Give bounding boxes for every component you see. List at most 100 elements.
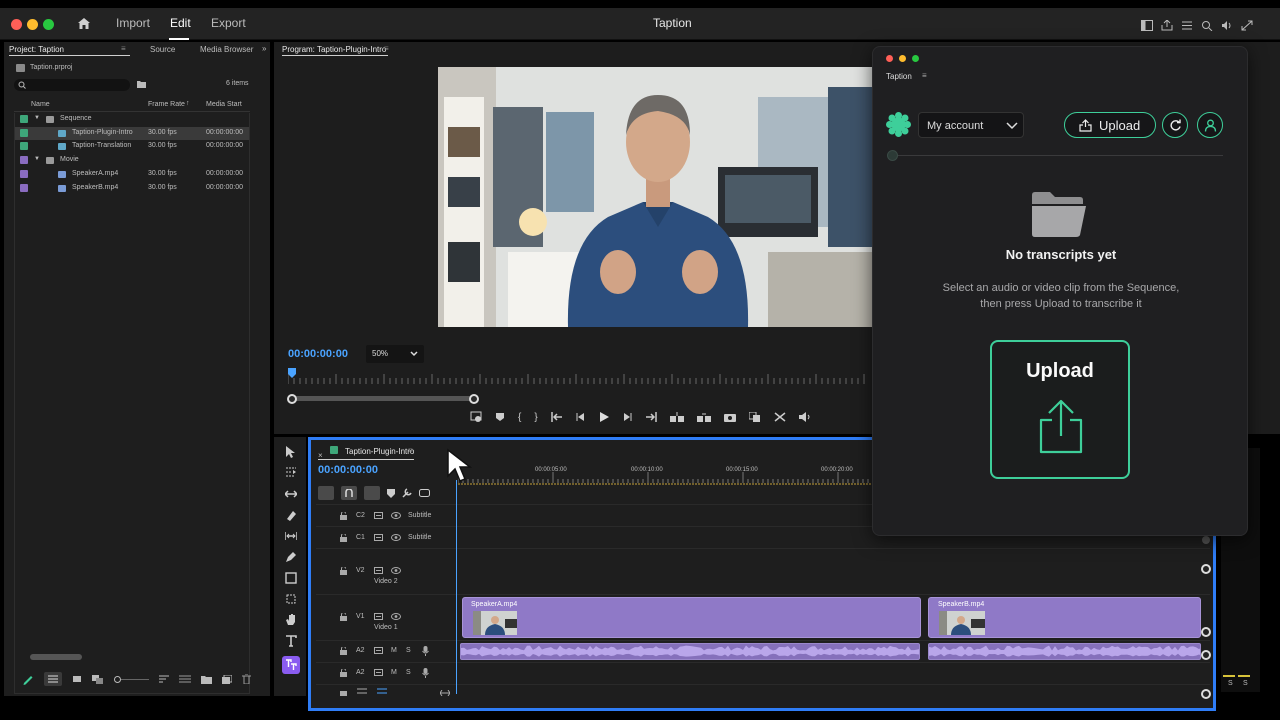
sync-lock-icon[interactable] xyxy=(374,647,383,654)
track-target-label[interactable]: A2 xyxy=(356,669,365,676)
mark-in-icon[interactable]: { xyxy=(518,412,521,423)
eye-icon[interactable] xyxy=(391,534,401,541)
audio-icon[interactable] xyxy=(1221,20,1233,31)
list-item[interactable]: SpeakerB.mp4 30.00 fps 00:00:00:00 xyxy=(14,182,250,195)
panel-overflow-icon[interactable]: » xyxy=(262,44,266,53)
sort-icon[interactable] xyxy=(159,675,169,683)
color-label[interactable] xyxy=(20,183,28,192)
lock-icon[interactable] xyxy=(340,512,347,520)
comparison-view-icon[interactable] xyxy=(748,412,761,422)
maximize-window-button[interactable] xyxy=(43,19,54,30)
zoom-icon[interactable] xyxy=(1201,20,1213,31)
horizontal-scrollbar[interactable] xyxy=(30,654,82,660)
project-search-input[interactable] xyxy=(14,79,130,91)
timeline-ruler[interactable] xyxy=(458,462,872,486)
minimize-window-button[interactable] xyxy=(27,19,38,30)
play-icon[interactable] xyxy=(599,412,609,422)
scroll-handle-right[interactable] xyxy=(469,394,479,404)
track-target-label[interactable]: V1 xyxy=(356,613,365,620)
home-icon[interactable] xyxy=(77,17,91,30)
linked-selection-button[interactable] xyxy=(364,486,380,500)
sync-lock-icon[interactable] xyxy=(374,567,383,574)
disclosure-triangle-icon[interactable]: ▼ xyxy=(34,156,40,162)
caption-tool-button[interactable] xyxy=(282,656,300,674)
list-item[interactable]: ▼ Sequence xyxy=(14,113,250,126)
sync-lock-icon[interactable] xyxy=(374,512,383,519)
new-bin-icon[interactable] xyxy=(137,80,146,88)
new-item-icon[interactable] xyxy=(222,674,232,684)
clip-speaker-a[interactable]: SpeakerA.mp4 xyxy=(462,597,921,638)
timeline-playhead[interactable] xyxy=(456,480,457,694)
maximize-window-button[interactable] xyxy=(912,55,919,62)
menu-import[interactable]: Import xyxy=(116,16,150,30)
upload-button[interactable]: Upload xyxy=(1064,112,1156,138)
panel-menu-icon[interactable]: ≡ xyxy=(121,44,126,53)
program-timecode[interactable]: 00:00:00:00 xyxy=(288,348,348,360)
track-target-label[interactable]: A2 xyxy=(356,647,365,654)
lock-icon[interactable] xyxy=(340,669,347,677)
volume-icon[interactable] xyxy=(798,412,811,422)
solo-button[interactable]: S xyxy=(406,647,411,654)
user-button[interactable] xyxy=(1197,112,1223,138)
mark-out-icon[interactable]: } xyxy=(534,412,537,423)
mute-button[interactable]: M xyxy=(391,647,397,654)
list-item[interactable]: ▼ Movie xyxy=(14,154,250,167)
tab-media-browser[interactable]: Media Browser xyxy=(200,45,253,54)
tab-source[interactable]: Source xyxy=(150,45,175,54)
snap-button[interactable] xyxy=(341,486,357,500)
tab-project[interactable]: Project: Taption xyxy=(9,45,64,54)
lock-icon[interactable] xyxy=(340,647,347,655)
scroll-handle[interactable] xyxy=(1202,536,1210,544)
wrench-icon[interactable] xyxy=(402,488,412,498)
meter-solo-left[interactable]: S xyxy=(1228,680,1233,687)
pencil-icon[interactable] xyxy=(22,673,34,685)
step-forward-icon[interactable] xyxy=(622,412,632,422)
track-control-icon[interactable] xyxy=(377,688,387,694)
fullscreen-icon[interactable] xyxy=(1241,20,1253,31)
extract-icon[interactable] xyxy=(696,412,711,422)
crop-icon[interactable] xyxy=(285,593,297,605)
camera-icon[interactable] xyxy=(723,412,736,422)
scroll-handle[interactable] xyxy=(1201,689,1211,699)
color-label[interactable] xyxy=(20,115,28,123)
timeline-timecode[interactable]: 00:00:00:00 xyxy=(318,464,378,476)
solo-button[interactable]: S xyxy=(406,669,411,676)
list-item[interactable]: SpeakerA.mp4 30.00 fps 00:00:00:00 xyxy=(14,168,250,181)
meter-solo-right[interactable]: S xyxy=(1243,680,1248,687)
program-menu-icon[interactable]: ≡ xyxy=(384,44,389,53)
close-window-button[interactable] xyxy=(11,19,22,30)
scroll-handle[interactable] xyxy=(1201,564,1211,574)
lock-icon[interactable] xyxy=(340,613,347,621)
sync-lock-icon[interactable] xyxy=(374,669,383,676)
zoom-scroll-bar[interactable] xyxy=(292,396,476,401)
list-item[interactable]: Taption-Translation 30.00 fps 00:00:00:00 xyxy=(14,140,250,153)
add-marker-icon[interactable] xyxy=(495,412,505,422)
sequence-menu-icon[interactable]: ≡ xyxy=(408,446,413,455)
audio-clip-b[interactable] xyxy=(928,643,1201,660)
go-to-in-icon[interactable] xyxy=(550,412,563,422)
add-marker-icon[interactable] xyxy=(387,488,395,498)
zoom-select[interactable]: 50% xyxy=(366,345,424,363)
type-icon[interactable] xyxy=(285,635,297,647)
eye-icon[interactable] xyxy=(391,613,401,620)
list-view-button[interactable] xyxy=(44,672,62,686)
color-label[interactable] xyxy=(20,128,28,137)
workspace-icon[interactable] xyxy=(1141,20,1153,31)
folder-icon[interactable] xyxy=(201,675,212,684)
color-label[interactable] xyxy=(20,169,28,178)
track-select-icon[interactable] xyxy=(285,467,297,479)
slip-icon[interactable] xyxy=(285,530,297,542)
program-ruler[interactable] xyxy=(288,372,870,386)
trash-icon[interactable] xyxy=(242,674,251,684)
sequence-tab-label[interactable]: Taption-Plugin-Intro xyxy=(345,447,414,456)
sync-lock-icon[interactable] xyxy=(374,534,383,541)
column-media-start[interactable]: Media Start xyxy=(206,101,242,108)
mute-button[interactable]: M xyxy=(391,669,397,676)
color-label[interactable] xyxy=(20,156,28,165)
refresh-button[interactable] xyxy=(1162,112,1188,138)
microphone-icon[interactable] xyxy=(422,646,429,656)
column-name[interactable]: Name xyxy=(31,101,50,108)
scroll-handle[interactable] xyxy=(1201,627,1211,637)
track-target-label[interactable]: C2 xyxy=(356,512,365,519)
track-control-icon[interactable] xyxy=(357,688,367,694)
